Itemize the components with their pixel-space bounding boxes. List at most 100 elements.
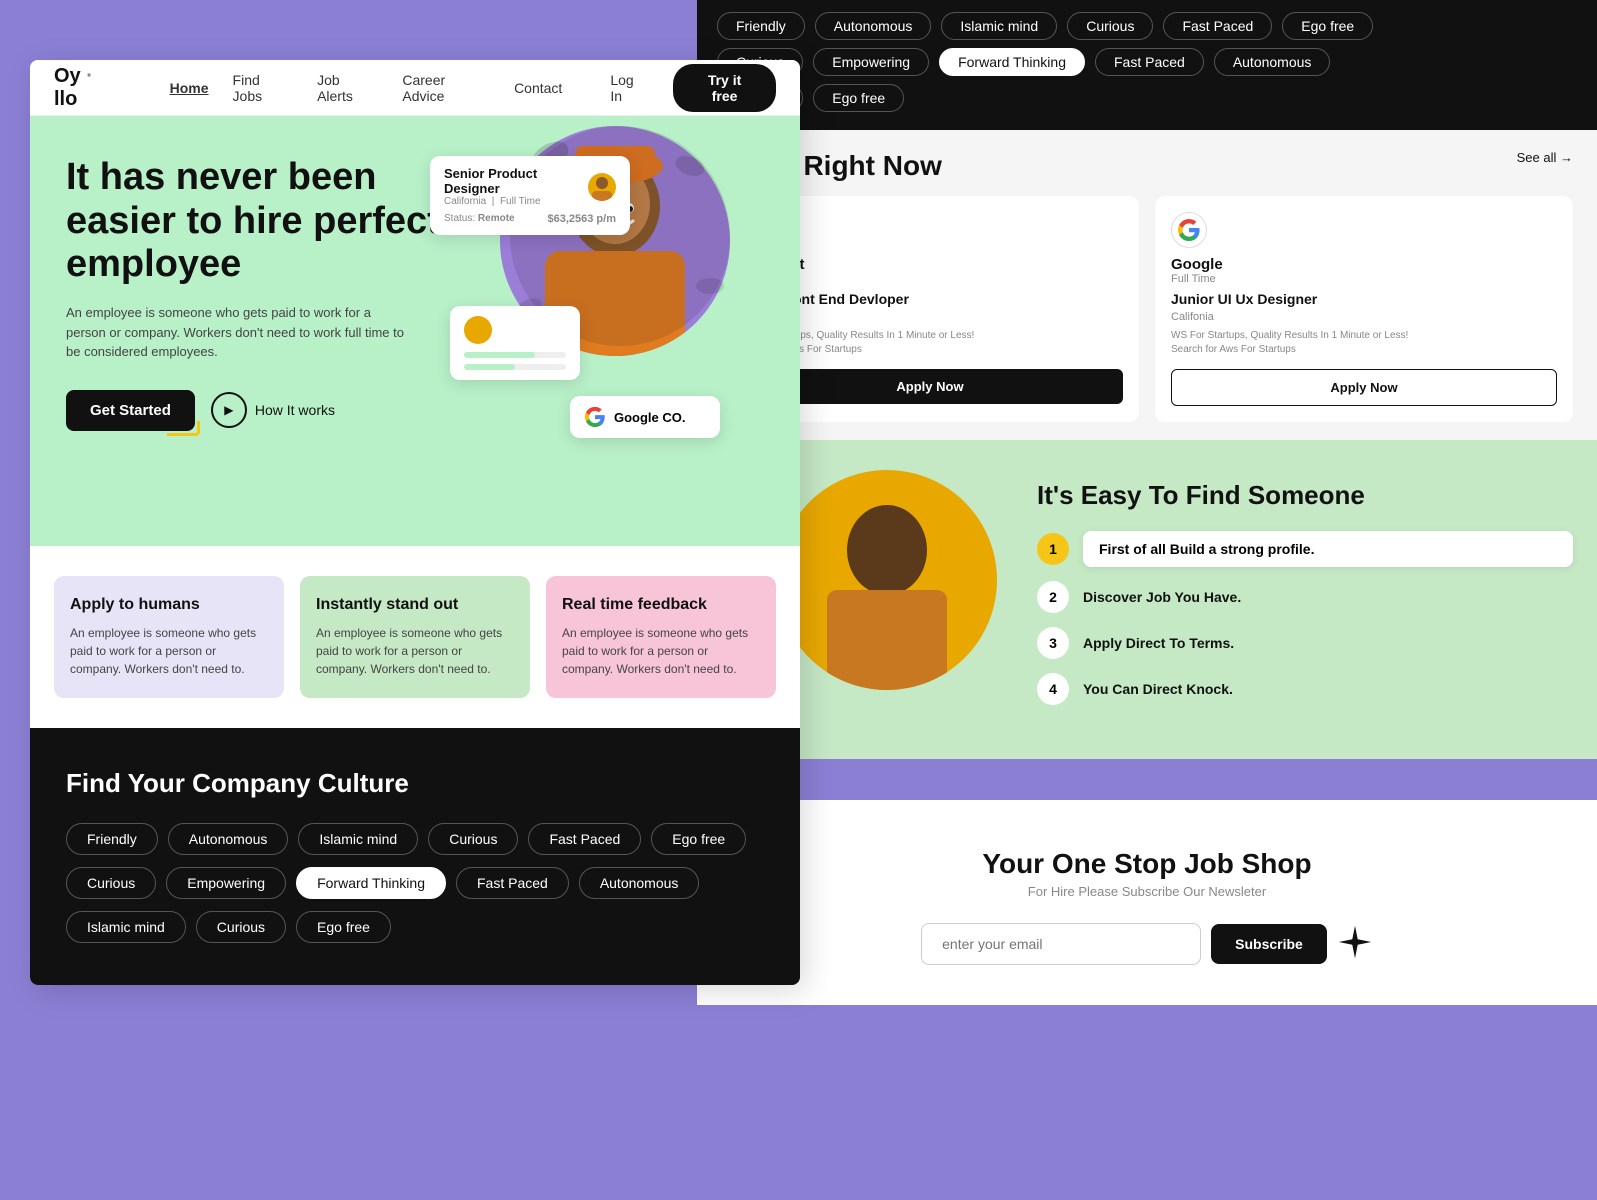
get-started-btn[interactable]: Get Started [66, 390, 195, 431]
step-3-text: Apply Direct To Terms. [1083, 635, 1234, 651]
google-desc: WS For Startups, Quality Results In 1 Mi… [1171, 329, 1557, 357]
feat-desc-2: An employee is someone who gets paid to … [316, 624, 514, 678]
one-stop-subtitle: For Hire Please Subscribe Our Newsleter [721, 884, 1573, 899]
culture-tag-fast-paced[interactable]: Fast Paced [528, 823, 641, 855]
back-tags-row2: Curious Empowering Forward Thinking Fast… [717, 48, 1577, 76]
step-4-num: 4 [1037, 673, 1069, 705]
features-section: Apply to humans An employee is someone w… [30, 546, 800, 728]
tag-ego-free-2[interactable]: Ego free [813, 84, 904, 112]
hero-illustration: Senior Product Designer California | Ful… [490, 116, 770, 506]
hero-section: It has never been easier to hire perfect… [30, 116, 800, 546]
avatar-sm [464, 316, 492, 344]
feat-desc-3: An employee is someone who gets paid to … [562, 624, 760, 678]
float-card-senior-designer: Senior Product Designer California | Ful… [430, 156, 630, 235]
nav-contact[interactable]: Contact [514, 80, 562, 96]
google-type: Full Time [1171, 273, 1557, 285]
step-4-text: You Can Direct Knock. [1083, 681, 1233, 697]
culture-title: Find Your Company Culture [66, 768, 764, 799]
google-company: Google [1171, 256, 1557, 273]
culture-tag-autonomous[interactable]: Autonomous [168, 823, 289, 855]
float-card-title: Senior Product Designer [444, 166, 588, 196]
star-decoration-right [1337, 924, 1373, 965]
play-button-icon[interactable]: ▶ [211, 392, 247, 428]
step-2: 2 Discover Job You Have. [1037, 581, 1573, 613]
float-card-google: Google CO. [570, 396, 720, 438]
back-panel-tags: Friendly Autonomous Islamic mind Curious… [697, 0, 1597, 140]
culture-tag-ego-free[interactable]: Ego free [651, 823, 746, 855]
float-card-status: Status: Remote $63,2563 p/m [444, 213, 616, 224]
culture-section: Find Your Company Culture Friendly Auton… [30, 728, 800, 985]
front-panel: Oy · llo Home Find Jobs Job Alerts Caree… [30, 60, 800, 985]
google-apply-btn[interactable]: Apply Now [1171, 369, 1557, 406]
tag-fast-paced-2[interactable]: Fast Paced [1095, 48, 1204, 76]
nav-try-btn[interactable]: Try it free [673, 64, 776, 112]
job-section-title: g Job Right Now [721, 150, 1573, 182]
culture-tag-curious[interactable]: Curious [428, 823, 518, 855]
culture-tag-islamic-2[interactable]: Islamic mind [66, 911, 186, 943]
easy-find-content: It's Easy To Find Someone 1 First of all… [1037, 470, 1573, 719]
tag-ego-free[interactable]: Ego free [1282, 12, 1373, 40]
one-stop-section: Your One Stop Job Shop For Hire Please S… [697, 800, 1597, 1005]
culture-tag-curious-2[interactable]: Curious [66, 867, 156, 899]
tag-islamic-mind[interactable]: Islamic mind [941, 12, 1057, 40]
culture-tags-row1: Friendly Autonomous Islamic mind Curious… [66, 823, 764, 855]
google-logo [1171, 212, 1207, 248]
nav-find-jobs[interactable]: Find Jobs [233, 72, 294, 104]
tag-curious[interactable]: Curious [1067, 12, 1153, 40]
job-cards-row: M Microsoft Full Time Senior Font End De… [721, 196, 1573, 422]
step-2-num: 2 [1037, 581, 1069, 613]
easy-find-section: It's Easy To Find Someone 1 First of all… [697, 440, 1597, 759]
culture-tag-autonomous-2[interactable]: Autonomous [579, 867, 700, 899]
step-3-num: 3 [1037, 627, 1069, 659]
feature-stand-out: Instantly stand out An employee is someo… [300, 576, 530, 698]
tag-empowering[interactable]: Empowering [813, 48, 929, 76]
nav-login[interactable]: Log In [610, 72, 649, 104]
how-it-works[interactable]: ▶ How It works [211, 392, 335, 428]
email-input[interactable] [921, 923, 1201, 965]
feat-desc-1: An employee is someone who gets paid to … [70, 624, 268, 678]
navigation: Oy · llo Home Find Jobs Job Alerts Caree… [30, 60, 800, 116]
feat-title-1: Apply to humans [70, 596, 268, 614]
step-1-card: First of all Build a strong profile. [1083, 531, 1573, 567]
easy-find-title: It's Easy To Find Someone [1037, 480, 1573, 511]
see-all-link[interactable]: See all → [1517, 150, 1573, 165]
how-it-works-label: How It works [255, 402, 335, 418]
step-1: 1 First of all Build a strong profile. [1037, 531, 1573, 567]
tag-autonomous[interactable]: Autonomous [815, 12, 932, 40]
job-card-google: Google Full Time Junior UI Ux Designer C… [1155, 196, 1573, 422]
subscribe-button[interactable]: Subscribe [1211, 924, 1327, 964]
back-job-section: See all → g Job Right Now M Microsoft Fu… [697, 130, 1597, 452]
culture-tag-friendly[interactable]: Friendly [66, 823, 158, 855]
tag-autonomous-2[interactable]: Autonomous [1214, 48, 1331, 76]
step-1-num: 1 [1037, 533, 1069, 565]
google-co-label: Google CO. [614, 410, 686, 425]
one-stop-title: Your One Stop Job Shop [721, 848, 1573, 880]
nav-home[interactable]: Home [170, 80, 209, 96]
float-card-sub: California | Full Time [444, 196, 588, 207]
back-tags-row3: Curious Ego free [717, 84, 1577, 112]
feature-apply-humans: Apply to humans An employee is someone w… [54, 576, 284, 698]
culture-tag-ego-free-2[interactable]: Ego free [296, 911, 391, 943]
person-illustration [777, 470, 997, 690]
culture-tag-empowering[interactable]: Empowering [166, 867, 286, 899]
tag-forward-thinking[interactable]: Forward Thinking [939, 48, 1085, 76]
culture-tag-fast-paced-2[interactable]: Fast Paced [456, 867, 569, 899]
feat-title-2: Instantly stand out [316, 596, 514, 614]
google-role: Junior UI Ux Designer [1171, 291, 1557, 307]
feat-title-3: Real time feedback [562, 596, 760, 614]
site-logo: Oy · llo [54, 65, 122, 111]
step-4: 4 You Can Direct Knock. [1037, 673, 1573, 705]
culture-tags-row2: Curious Empowering Forward Thinking Fast… [66, 867, 764, 899]
tag-fast-paced[interactable]: Fast Paced [1163, 12, 1272, 40]
step-2-text: Discover Job You Have. [1083, 589, 1241, 605]
feature-feedback: Real time feedback An employee is someon… [546, 576, 776, 698]
nav-career-advice[interactable]: Career Advice [402, 72, 490, 104]
back-tags-row1: Friendly Autonomous Islamic mind Curious… [717, 12, 1577, 40]
culture-tag-islamic[interactable]: Islamic mind [298, 823, 418, 855]
tag-friendly[interactable]: Friendly [717, 12, 805, 40]
hero-title: It has never been easier to hire perfect… [66, 156, 486, 287]
float-card-avatar [450, 306, 580, 380]
culture-tag-forward-thinking[interactable]: Forward Thinking [296, 867, 446, 899]
culture-tag-curious-3[interactable]: Curious [196, 911, 286, 943]
nav-job-alerts[interactable]: Job Alerts [317, 72, 378, 104]
